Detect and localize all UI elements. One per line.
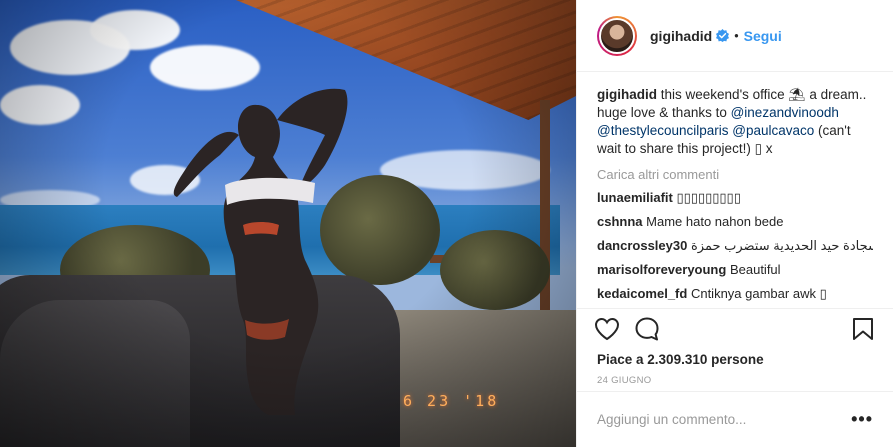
comment-input[interactable] (597, 412, 852, 427)
comment-text: Beautiful (729, 262, 781, 277)
load-more-comments-button[interactable]: Carica altri commenti (597, 167, 873, 182)
comment-item: cshnna Mame hato nahon bede (597, 214, 873, 230)
instagram-post: 6 23 '18 gigihadid • Segui gigihadid thi… (0, 0, 893, 447)
comment-username[interactable]: marisolforeveryoung (597, 262, 726, 277)
comment-username[interactable]: dancrossley30 (597, 238, 687, 253)
header-separator: • (734, 28, 739, 43)
comment-text: سجادة حيد الحديدية ستضرب حمزة. (690, 238, 873, 253)
post-caption: gigihadid this weekend's office ⛱ a drea… (597, 86, 873, 158)
author-username[interactable]: gigihadid (650, 28, 712, 44)
post-sidebar: gigihadid • Segui gigihadid this weekend… (576, 0, 893, 447)
like-button[interactable] (593, 315, 621, 343)
comment-username[interactable]: lunaemiliafit (597, 190, 673, 205)
comment-text: ▯▯▯▯▯▯▯▯▯ (676, 190, 741, 205)
verified-badge-icon (716, 29, 730, 42)
heart-icon (594, 317, 620, 340)
comment-item: dancrossley30 سجادة حيد الحديدية ستضرب ح… (597, 238, 873, 254)
comment-username[interactable]: kedaicomel_fd (597, 286, 687, 301)
save-button[interactable] (849, 315, 877, 343)
comment-button[interactable] (633, 315, 661, 343)
caption-text: ▯ x (754, 141, 773, 156)
comments-section: gigihadid this weekend's office ⛱ a drea… (577, 72, 893, 308)
mention-link[interactable]: @inezandvinoodh (731, 105, 839, 120)
comment-item: marisolforeveryoung Beautiful (597, 262, 873, 278)
action-bar (577, 308, 893, 348)
more-options-icon[interactable]: ••• (851, 409, 873, 430)
avatar[interactable] (597, 15, 637, 56)
caption-username[interactable]: gigihadid (597, 87, 657, 102)
comment-text: Mame hato nahon bede (646, 214, 784, 229)
comment-item: lunaemiliafit ▯▯▯▯▯▯▯▯▯ (597, 190, 873, 206)
umbrella-glyph: ⛱ (788, 87, 806, 102)
photo-vignette (0, 0, 576, 447)
add-comment-bar: ••• (577, 391, 893, 447)
avatar-image (599, 17, 635, 54)
caption-text: this weekend's office (660, 87, 789, 102)
comment-item: kedaicomel_fd Cntiknya gambar awk ▯ (597, 286, 873, 302)
comment-username[interactable]: cshnna (597, 214, 643, 229)
comment-text: Cntiknya gambar awk ▯ (690, 286, 827, 301)
mention-link[interactable]: @paulcavaco (732, 123, 814, 138)
speech-bubble-icon (635, 317, 659, 340)
post-photo[interactable]: 6 23 '18 (0, 0, 576, 447)
photo-date-stamp: 6 23 '18 (403, 392, 500, 410)
post-date[interactable]: 24 GIUGNO (577, 367, 893, 386)
follow-button[interactable]: Segui (744, 28, 782, 44)
post-header: gigihadid • Segui (577, 0, 893, 72)
mention-link[interactable]: @thestylecouncilparis (597, 123, 729, 138)
likes-count[interactable]: Piace a 2.309.310 persone (577, 348, 893, 367)
bookmark-icon (853, 317, 873, 340)
